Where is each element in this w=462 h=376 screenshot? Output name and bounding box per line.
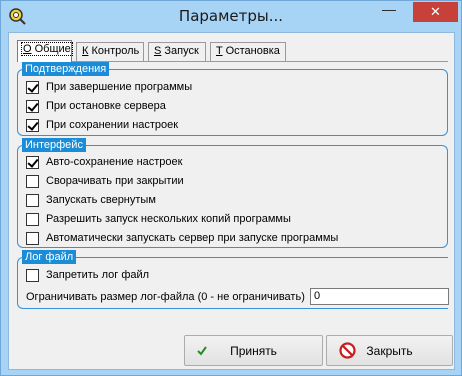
tab-startup[interactable]: S Запуск — [148, 42, 206, 61]
confirm-exit-checkbox[interactable] — [26, 80, 39, 94]
checkmark-icon — [197, 346, 207, 356]
close-window-button[interactable]: ✕ — [413, 2, 458, 22]
start-minimized-checkbox[interactable] — [26, 193, 39, 207]
minimize-on-close-checkbox[interactable] — [26, 174, 39, 188]
log-size-input[interactable]: 0 — [310, 288, 449, 305]
apply-button[interactable]: Принять — [184, 335, 323, 366]
close-button[interactable]: Закрыть — [326, 335, 453, 366]
autosave-settings-option[interactable]: Авто-сохранение настроек — [26, 154, 182, 170]
confirm-exit-option[interactable]: При завершение программы — [26, 79, 192, 95]
confirm-server-stop-checkbox[interactable] — [26, 99, 39, 113]
dialog-body: О Общие К Контроль S Запуск T Остановка … — [8, 32, 455, 370]
interface-group: Интерфейс Авто-сохранение настроек Свора… — [17, 138, 448, 248]
disable-log-option[interactable]: Запретить лог файл — [26, 267, 149, 283]
log-file-group-title: Лог файл — [22, 250, 77, 264]
tab-control[interactable]: К Контроль — [76, 42, 144, 61]
minimize-button[interactable]: — — [376, 2, 402, 22]
start-minimized-option[interactable]: Запускать свернутым — [26, 192, 156, 208]
log-size-label: Ограничивать размер лог-файла (0 - не ог… — [26, 291, 305, 303]
disable-log-checkbox[interactable] — [26, 268, 39, 282]
minimize-on-close-option[interactable]: Сворачивать при закрытии — [26, 173, 184, 189]
interface-group-title: Интерфейс — [22, 138, 86, 152]
allow-multiple-instances-checkbox[interactable] — [26, 212, 39, 226]
confirm-server-stop-option[interactable]: При остановке сервера — [26, 98, 166, 114]
window: Параметры... — ✕ О Общие К Контроль S За… — [0, 0, 462, 376]
autostart-server-checkbox[interactable] — [26, 231, 39, 245]
title-bar[interactable]: Параметры... — ✕ — [1, 1, 461, 32]
tab-shutdown[interactable]: T Остановка — [210, 42, 286, 61]
log-file-group: Лог файл Запретить лог файл Ограничивать… — [17, 250, 449, 309]
confirmations-group: Подтверждения При завершение программы П… — [17, 62, 448, 136]
confirmations-group-title: Подтверждения — [22, 62, 110, 76]
confirm-save-settings-checkbox[interactable] — [26, 118, 39, 132]
tab-general[interactable]: О Общие — [17, 40, 73, 62]
no-entry-icon — [339, 342, 356, 359]
allow-multiple-instances-option[interactable]: Разрешить запуск нескольких копий програ… — [26, 211, 291, 227]
autosave-settings-checkbox[interactable] — [26, 155, 39, 169]
autostart-server-option[interactable]: Автоматически запускать сервер при запус… — [26, 230, 338, 246]
confirm-save-settings-option[interactable]: При сохранении настроек — [26, 117, 178, 133]
